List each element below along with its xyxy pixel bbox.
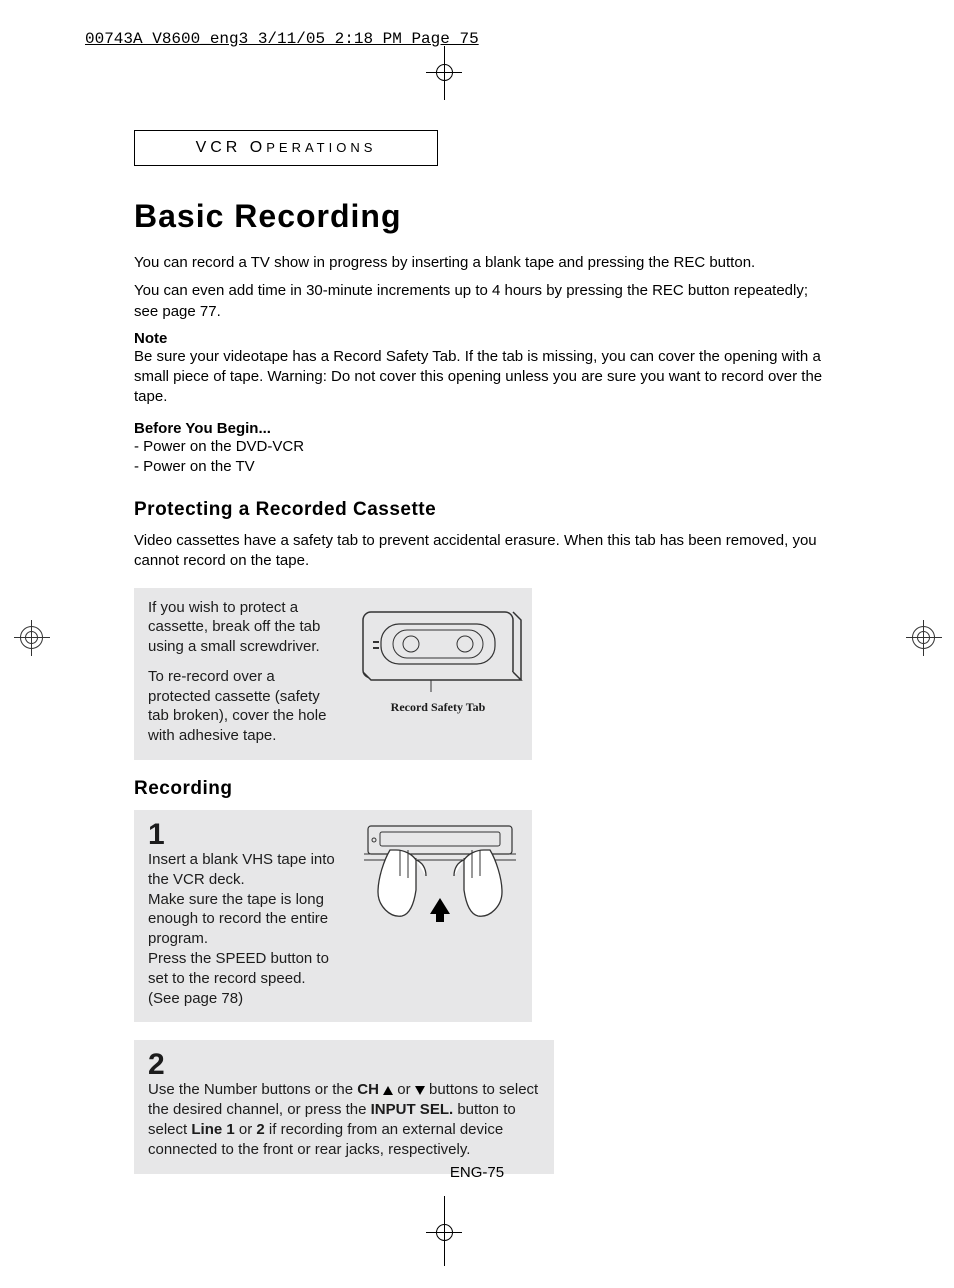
before-you-begin-list: - Power on the DVD-VCR - Power on the TV [134,437,834,478]
note-label: Note [134,330,834,347]
step-2-number: 2 [148,1050,540,1080]
step-2-ch: CH [357,1081,379,1098]
protect-box-p2: To re-record over a protected cassette (… [148,667,336,746]
section-label: VCR OPERATIONS [134,130,438,166]
step-1-line-2: Make sure the tape is long enough to rec… [148,890,336,949]
intro-line-2: You can even add time in 30-minute incre… [134,281,834,322]
step-2-box: 2 Use the Number buttons or the CH or bu… [134,1040,554,1173]
step-1-line-1: Insert a blank VHS tape into the VCR dec… [148,850,336,890]
recording-heading: Recording [134,778,834,800]
before-item-2: - Power on the TV [134,457,834,477]
step-2-input-sel: INPUT SEL. [371,1101,454,1118]
page-number: ENG-75 [0,1164,954,1181]
before-item-1: - Power on the DVD-VCR [134,437,834,457]
insert-tape-illustration-icon [350,820,530,940]
page-title: Basic Recording [134,198,834,235]
cassette-illustration-icon [353,598,523,698]
step-2-pre: Use the Number buttons or the [148,1081,357,1098]
protect-box-p1: If you wish to protect a cassette, break… [148,598,336,657]
registration-mark-right-icon [906,620,942,656]
before-you-begin-label: Before You Begin... [134,420,834,437]
protecting-heading: Protecting a Recorded Cassette [134,499,834,521]
step-2-line2: 2 [256,1121,264,1138]
step-1-number: 1 [148,820,336,850]
note-body: Be sure your videotape has a Record Safe… [134,347,834,408]
crop-mark-top-icon [432,36,456,88]
step-2-body: Use the Number buttons or the CH or butt… [148,1080,540,1159]
step-1-line-4: (See page 78) [148,989,336,1009]
section-label-main: VCR O [196,139,267,156]
protecting-body: Video cassettes have a safety tab to pre… [134,531,834,572]
registration-mark-left-icon [14,620,50,656]
print-header-text: 00743A V8600_eng3 3/11/05 2:18 PM Page 7… [85,30,479,48]
step-2-line1: Line 1 [191,1121,234,1138]
step-1-line-3: Press the SPEED button to set to the rec… [148,949,336,989]
crop-mark-bottom-icon [432,1196,456,1266]
step-2-or: or [393,1081,415,1098]
intro-line-1: You can record a TV show in progress by … [134,253,834,273]
step-1-box: 1 Insert a blank VHS tape into the VCR d… [134,810,532,1022]
triangle-up-icon [383,1086,393,1095]
section-label-rest: PERATIONS [266,140,376,155]
cassette-caption: Record Safety Tab [391,700,486,715]
triangle-down-icon [415,1086,425,1095]
step-2-or2: or [235,1121,257,1138]
protect-cassette-box: If you wish to protect a cassette, break… [134,588,532,761]
